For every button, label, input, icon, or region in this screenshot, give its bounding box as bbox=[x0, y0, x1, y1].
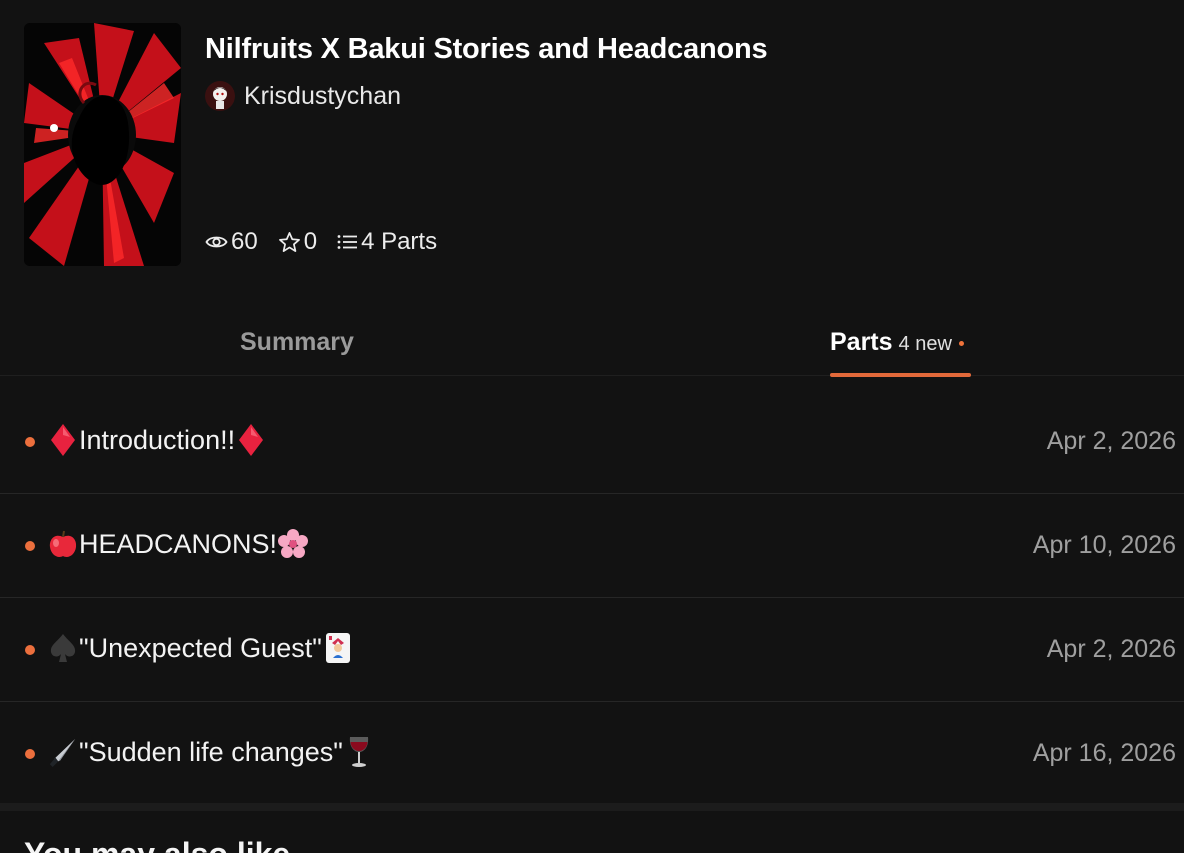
story-stats: 60 0 4 Parts bbox=[205, 228, 457, 256]
part-title: "Unexpected Guest" bbox=[47, 632, 354, 664]
tab-summary-label: Summary bbox=[240, 328, 354, 356]
spade-icon bbox=[47, 632, 79, 664]
author-link[interactable]: Krisdustychan bbox=[205, 81, 401, 111]
star-icon bbox=[278, 232, 300, 252]
eye-icon bbox=[205, 236, 228, 248]
tab-parts[interactable]: Parts 4 new bbox=[830, 318, 971, 377]
joker-card-icon bbox=[322, 632, 354, 664]
list-item[interactable]: "Unexpected Guest" Apr 2, 2026 bbox=[0, 598, 1184, 702]
cherry-blossom-icon bbox=[277, 528, 309, 560]
tab-parts-label: Parts bbox=[830, 328, 893, 356]
red-diamond-icon bbox=[47, 424, 79, 456]
new-indicator-dot bbox=[25, 437, 35, 447]
red-apple-icon bbox=[47, 528, 79, 560]
parts-list: Introduction!! Apr 2, 2026 HEADCANONS! A… bbox=[0, 390, 1184, 806]
active-tab-indicator bbox=[830, 373, 971, 377]
wine-glass-icon bbox=[343, 736, 375, 768]
list-item[interactable]: Introduction!! Apr 2, 2026 bbox=[0, 390, 1184, 494]
story-tabs: Summary Parts 4 new bbox=[0, 318, 1184, 377]
part-date: Apr 10, 2026 bbox=[1032, 531, 1176, 559]
reads-count: 60 bbox=[231, 228, 258, 255]
avatar[interactable] bbox=[205, 81, 235, 111]
list-icon bbox=[337, 235, 358, 249]
part-date: Apr 2, 2026 bbox=[1046, 635, 1176, 663]
list-item[interactable]: "Sudden life changes" Apr 16, 2026 bbox=[0, 702, 1184, 806]
knife-icon bbox=[47, 736, 79, 768]
list-item[interactable]: HEADCANONS! Apr 10, 2026 bbox=[0, 494, 1184, 598]
new-indicator-dot bbox=[25, 749, 35, 759]
tab-summary[interactable]: Summary bbox=[240, 318, 354, 376]
new-indicator-dot bbox=[25, 541, 35, 551]
parts-count: 4 Parts bbox=[361, 228, 438, 255]
part-date: Apr 2, 2026 bbox=[1046, 427, 1176, 455]
story-info: Nilfruits X Bakui Stories and Headcanons… bbox=[205, 23, 1164, 266]
part-title: Introduction!! bbox=[47, 424, 267, 456]
story-page: Nilfruits X Bakui Stories and Headcanons… bbox=[0, 0, 1184, 853]
new-indicator-dot bbox=[25, 645, 35, 655]
recommendations-heading: You may also like bbox=[24, 836, 290, 853]
part-title: "Sudden life changes" bbox=[47, 736, 375, 768]
new-indicator-dot bbox=[958, 341, 964, 347]
author-name[interactable]: Krisdustychan bbox=[244, 82, 401, 111]
story-header: Nilfruits X Bakui Stories and Headcanons… bbox=[24, 23, 1164, 267]
story-cover[interactable] bbox=[24, 23, 181, 266]
red-diamond-icon bbox=[235, 424, 267, 456]
section-divider bbox=[0, 803, 1184, 811]
reads-stat: 60 bbox=[205, 228, 258, 256]
parts-stat: 4 Parts bbox=[337, 228, 437, 256]
story-title[interactable]: Nilfruits X Bakui Stories and Headcanons bbox=[205, 33, 768, 66]
red-spiral-figure-cover-art-icon bbox=[24, 23, 181, 266]
new-parts-count: 4 new bbox=[898, 333, 952, 355]
author-avatar-icon bbox=[205, 81, 235, 111]
part-date: Apr 16, 2026 bbox=[1032, 739, 1176, 767]
votes-count: 0 bbox=[303, 228, 318, 255]
part-title: HEADCANONS! bbox=[47, 528, 309, 560]
votes-stat: 0 bbox=[278, 228, 317, 256]
